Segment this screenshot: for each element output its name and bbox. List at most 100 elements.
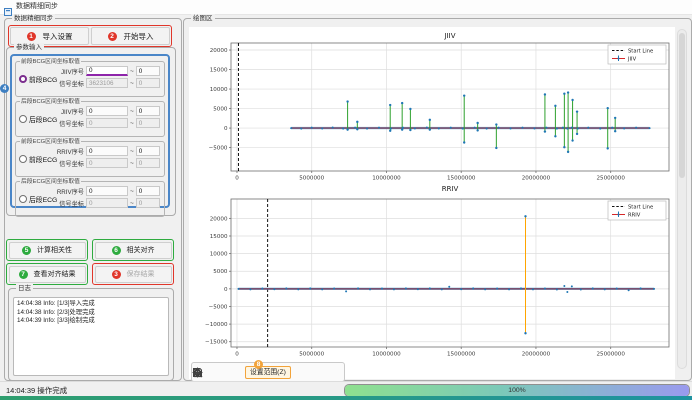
svg-text:Start Line: Start Line [628,49,653,55]
rriv-chart[interactable]: 0500000010000000150000002000000025000000… [189,181,675,365]
svg-text:0: 0 [224,287,228,293]
radio-rear-bcg[interactable] [19,115,27,123]
field-label: 信号坐标 [56,199,84,208]
range-separator: ~ [130,68,134,75]
start-import-button[interactable]: 2 开始导入 [91,27,170,45]
s1-seq-from-input[interactable] [86,66,128,76]
param-row: 信号坐标~ [56,158,162,168]
param-row: RRIV序号~ [56,146,162,156]
param-section-1: 前段BCG区间坐标取值前段BCGJIIV序号~信号坐标~ [15,61,165,97]
param-row: 信号坐标 ~ [56,118,162,128]
button-label: 开始导入 [124,31,154,42]
range-separator: ~ [130,120,134,127]
button-label: 导入设置 [43,31,73,42]
range-separator: ~ [130,188,134,195]
correlation-align-button[interactable]: 6相关对齐 [95,242,172,259]
s2-coord-from-input[interactable] [86,118,128,128]
params-annotated-box: 前段BCG区间坐标取值前段BCGJIIV序号~信号坐标~后段BCG区间坐标取值后… [10,54,170,208]
plot-group-label: 绘图区 [191,14,215,23]
annotation-badge-3: 3 [112,270,121,279]
svg-text:15000000: 15000000 [447,352,476,358]
param-row: JIIV序号 ~ [56,106,162,116]
svg-text:−10000: −10000 [205,322,228,328]
compute-correlation-button-annotation: 5计算相关性 [6,239,88,261]
radio-label: 后段BCG [29,114,57,124]
log-group-label: 日志 [16,284,33,293]
range-separator: ~ [130,160,134,167]
s2-seq-from-input[interactable] [86,106,128,116]
s3-seq-to-input[interactable] [136,146,160,156]
svg-text:10000: 10000 [210,87,228,93]
app-window: 数据精细同步 数据精细同步 1导入设置2开始导入 参数输入 前段BCG区间坐标取… [0,0,692,400]
compute-correlation-button[interactable]: 5计算相关性 [9,242,86,259]
s4-coord-to-input[interactable] [136,198,160,208]
radio-label: 后段ECG [29,194,57,204]
svg-text:5000: 5000 [213,107,228,113]
log-line: 14:04:38 Info: [2/3]处理完成 [17,309,165,318]
s3-coord-to-input[interactable] [136,158,160,168]
radio-rear-ecg[interactable] [19,195,27,203]
svg-text:25000000: 25000000 [596,352,625,358]
radio-label: 前段BCG [29,74,57,84]
field-label: 信号坐标 [56,79,84,88]
s4-seq-to-input[interactable] [136,186,160,196]
svg-text:20000: 20000 [210,48,228,54]
svg-text:20000: 20000 [210,216,228,222]
param-row: RRIV序号~ [56,186,162,196]
s3-seq-from-input[interactable] [86,146,128,156]
range-separator: ~ [130,108,134,115]
plot-scrollbar[interactable] [677,29,687,369]
scrollbar-thumb[interactable] [679,33,685,178]
save-result-button-annotation: 3保存结果 [92,263,174,285]
button-label: 查看对齐结果 [34,269,76,279]
s1-coord-from-input[interactable] [86,78,128,88]
svg-text:JIIV: JIIV [444,32,456,40]
field-label: 信号坐标 [56,119,84,128]
forward-icon[interactable] [229,366,242,379]
s3-coord-from-input[interactable] [86,158,128,168]
log-group: 日志 14:04:38 Info: [1/3]导入完成14:04:38 Info… [8,288,174,381]
field-label: JIIV序号 [56,107,84,116]
s4-seq-from-input[interactable] [86,186,128,196]
plot-area-group: 绘图区 050000001000000015000000200000002500… [183,18,692,381]
save-icon[interactable] [326,366,339,379]
pan-icon[interactable] [294,366,307,379]
save-result-button[interactable]: 3保存结果 [95,266,172,283]
field-label: JIIV序号 [56,67,84,76]
svg-text:20000000: 20000000 [522,352,551,358]
s4-coord-from-input[interactable] [86,198,128,208]
s2-coord-to-input[interactable] [136,118,160,128]
s1-seq-to-input[interactable] [136,66,160,76]
statusbar: 14:04:39 操作完成 100% [0,381,692,397]
log-list[interactable]: 14:04:38 Info: [1/3]导入完成14:04:38 Info: [… [13,297,169,376]
progress-label: 100% [345,385,689,396]
view-align-result-button-annotation: 7查看对齐结果 [6,263,88,285]
s1-coord-to-input[interactable] [136,78,160,88]
svg-text:10000000: 10000000 [372,352,401,358]
set-range-button[interactable]: 8 设置范围(Z) [245,366,291,379]
back-icon[interactable] [213,366,226,379]
annotation-badge-2: 2 [108,32,117,41]
svg-text:Start Line: Start Line [628,205,653,211]
radio-label: 前段ECG [29,154,57,164]
annotation-badge-8: 8 [254,360,263,369]
svg-text:15000: 15000 [210,68,228,74]
zoom-icon[interactable] [310,366,323,379]
svg-text:−15000: −15000 [205,340,228,346]
button-label: 计算相关性 [37,245,72,255]
correlation-align-button-annotation: 6相关对齐 [92,239,174,261]
log-line: 14:04:38 Info: [1/3]导入完成 [17,300,165,309]
plot-toolbar: 8 设置范围(Z) [191,362,345,382]
annotation-badge-6: 6 [112,246,121,255]
window-title: 数据精细同步 [16,0,58,14]
radio-front-bcg[interactable] [19,75,27,83]
svg-text:−5000: −5000 [209,304,228,310]
svg-text:JIIV: JIIV [627,57,637,63]
jiiv-chart[interactable]: 0500000010000000150000002000000025000000… [189,29,675,181]
svg-text:RRIV: RRIV [628,213,641,219]
view-align-result-button[interactable]: 7查看对齐结果 [9,266,86,283]
range-separator: ~ [130,80,134,87]
s2-seq-to-input[interactable] [136,106,160,116]
radio-front-ecg[interactable] [19,155,27,163]
left-group-label: 数据精细同步 [12,14,55,23]
